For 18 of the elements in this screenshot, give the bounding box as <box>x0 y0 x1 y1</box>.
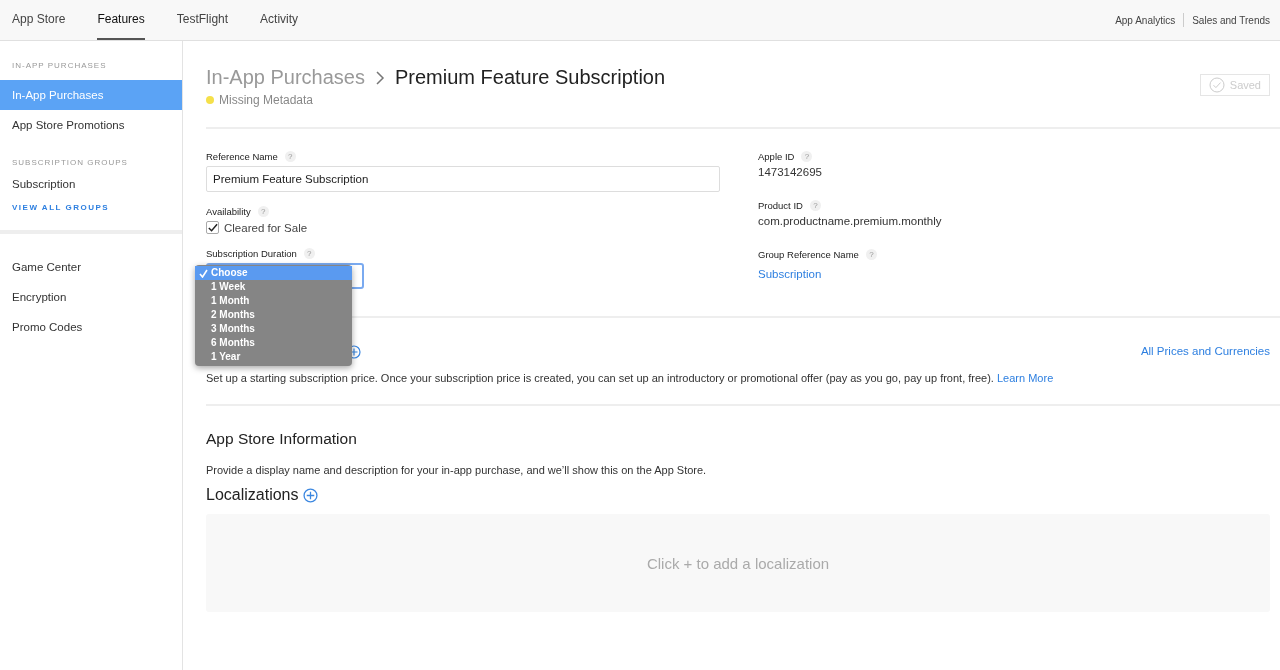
section-description: Provide a display name and description for your in-app purchase, and we’ll show this on the App Store. <box>206 464 708 476</box>
field-label: Product ID <box>758 200 803 211</box>
field-label: Reference Name <box>206 151 278 162</box>
field-label: Availability <box>206 206 251 217</box>
pricing-description: Set up a starting subscription price. Once your subscription price is created, you can set up an introductory or promotional offer (pay as you go, pay up front, free). Learn More <box>206 372 1055 384</box>
status-label: Missing Metadata <box>219 93 314 107</box>
sidebar-heading: SUBSCRIPTION GROUPS <box>11 158 129 167</box>
field-label: Apple ID <box>758 151 795 162</box>
apple-id-value: 1473142695 <box>758 166 823 178</box>
empty-message: Click + to add a localization <box>646 554 830 572</box>
checkbox-label: Cleared for Sale <box>224 221 308 234</box>
localizations-title: Localizations <box>206 486 299 504</box>
product-id-value: com.productname.premium.monthly <box>758 215 943 227</box>
field-label: Group Reference Name <box>758 249 859 260</box>
page-title: Premium Feature Subscription <box>395 66 666 89</box>
sidebar-heading: IN-APP PURCHASES <box>11 61 108 70</box>
field-label: Subscription Duration <box>206 248 297 259</box>
section-title: App Store Information <box>206 430 358 448</box>
